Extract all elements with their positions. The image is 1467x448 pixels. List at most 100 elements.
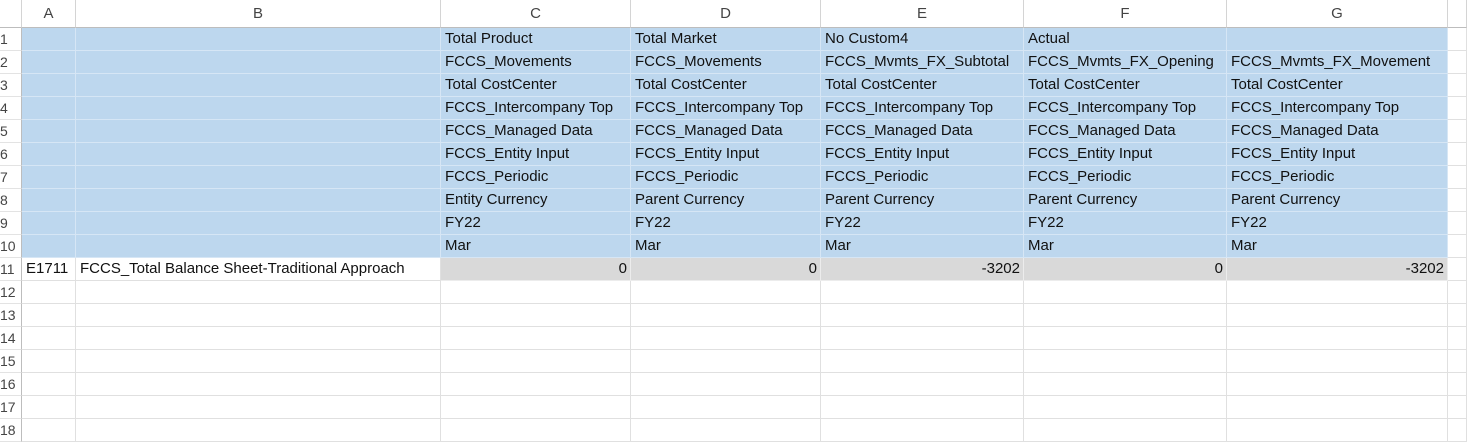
cell-e3[interactable]: Total CostCenter — [821, 74, 1024, 97]
row-header-2[interactable]: 2 — [0, 51, 22, 74]
cell-e16[interactable] — [821, 373, 1024, 396]
column-header-e[interactable]: E — [821, 0, 1024, 28]
cell-c13[interactable] — [441, 304, 631, 327]
cell-d10[interactable]: Mar — [631, 235, 821, 258]
cell-f12[interactable] — [1024, 281, 1227, 304]
cell-b9[interactable] — [76, 212, 441, 235]
cell-h11[interactable] — [1448, 258, 1467, 281]
cell-a10[interactable] — [22, 235, 76, 258]
cell-g1[interactable] — [1227, 28, 1448, 51]
cell-h16[interactable] — [1448, 373, 1467, 396]
cell-d7[interactable]: FCCS_Periodic — [631, 166, 821, 189]
column-header-b[interactable]: B — [76, 0, 441, 28]
cell-d9[interactable]: FY22 — [631, 212, 821, 235]
cell-a16[interactable] — [22, 373, 76, 396]
cell-e7[interactable]: FCCS_Periodic — [821, 166, 1024, 189]
cell-g14[interactable] — [1227, 327, 1448, 350]
cell-b11[interactable]: FCCS_Total Balance Sheet-Traditional App… — [76, 258, 441, 281]
cell-a1[interactable] — [22, 28, 76, 51]
cell-d5[interactable]: FCCS_Managed Data — [631, 120, 821, 143]
row-header-14[interactable]: 14 — [0, 327, 22, 350]
cell-c16[interactable] — [441, 373, 631, 396]
cell-e8[interactable]: Parent Currency — [821, 189, 1024, 212]
cell-c18[interactable] — [441, 419, 631, 442]
cell-f1[interactable]: Actual — [1024, 28, 1227, 51]
cell-d18[interactable] — [631, 419, 821, 442]
cell-b1[interactable] — [76, 28, 441, 51]
cell-a9[interactable] — [22, 212, 76, 235]
cell-a13[interactable] — [22, 304, 76, 327]
cell-f17[interactable] — [1024, 396, 1227, 419]
cell-h6[interactable] — [1448, 143, 1467, 166]
cell-c12[interactable] — [441, 281, 631, 304]
cell-c9[interactable]: FY22 — [441, 212, 631, 235]
cell-f2[interactable]: FCCS_Mvmts_FX_Opening — [1024, 51, 1227, 74]
cell-a18[interactable] — [22, 419, 76, 442]
cell-c14[interactable] — [441, 327, 631, 350]
cell-a3[interactable] — [22, 74, 76, 97]
cell-b15[interactable] — [76, 350, 441, 373]
cell-a7[interactable] — [22, 166, 76, 189]
cell-a8[interactable] — [22, 189, 76, 212]
row-header-4[interactable]: 4 — [0, 97, 22, 120]
cell-g18[interactable] — [1227, 419, 1448, 442]
column-header-f[interactable]: F — [1024, 0, 1227, 28]
cell-b6[interactable] — [76, 143, 441, 166]
cell-f4[interactable]: FCCS_Intercompany Top — [1024, 97, 1227, 120]
cell-e6[interactable]: FCCS_Entity Input — [821, 143, 1024, 166]
cell-b13[interactable] — [76, 304, 441, 327]
row-header-6[interactable]: 6 — [0, 143, 22, 166]
cell-a5[interactable] — [22, 120, 76, 143]
cell-e9[interactable]: FY22 — [821, 212, 1024, 235]
cell-f14[interactable] — [1024, 327, 1227, 350]
cell-c3[interactable]: Total CostCenter — [441, 74, 631, 97]
column-header-next[interactable] — [1448, 0, 1467, 28]
column-header-c[interactable]: C — [441, 0, 631, 28]
column-header-g[interactable]: G — [1227, 0, 1448, 28]
column-header-a[interactable]: A — [22, 0, 76, 28]
cell-b8[interactable] — [76, 189, 441, 212]
cell-c15[interactable] — [441, 350, 631, 373]
cell-g7[interactable]: FCCS_Periodic — [1227, 166, 1448, 189]
cell-e13[interactable] — [821, 304, 1024, 327]
cell-b2[interactable] — [76, 51, 441, 74]
cell-b10[interactable] — [76, 235, 441, 258]
cell-h7[interactable] — [1448, 166, 1467, 189]
cell-e5[interactable]: FCCS_Managed Data — [821, 120, 1024, 143]
cell-f15[interactable] — [1024, 350, 1227, 373]
cell-c10[interactable]: Mar — [441, 235, 631, 258]
cell-d1[interactable]: Total Market — [631, 28, 821, 51]
row-header-15[interactable]: 15 — [0, 350, 22, 373]
cell-d16[interactable] — [631, 373, 821, 396]
cell-f3[interactable]: Total CostCenter — [1024, 74, 1227, 97]
cell-h14[interactable] — [1448, 327, 1467, 350]
cell-g5[interactable]: FCCS_Managed Data — [1227, 120, 1448, 143]
cell-h17[interactable] — [1448, 396, 1467, 419]
cell-g16[interactable] — [1227, 373, 1448, 396]
cell-e2[interactable]: FCCS_Mvmts_FX_Subtotal — [821, 51, 1024, 74]
cell-a6[interactable] — [22, 143, 76, 166]
row-header-10[interactable]: 10 — [0, 235, 22, 258]
cell-h12[interactable] — [1448, 281, 1467, 304]
cell-d6[interactable]: FCCS_Entity Input — [631, 143, 821, 166]
cell-h9[interactable] — [1448, 212, 1467, 235]
cell-b17[interactable] — [76, 396, 441, 419]
column-header-d[interactable]: D — [631, 0, 821, 28]
cell-g11[interactable]: -3202 — [1227, 258, 1448, 281]
cell-f13[interactable] — [1024, 304, 1227, 327]
cell-a2[interactable] — [22, 51, 76, 74]
cell-f7[interactable]: FCCS_Periodic — [1024, 166, 1227, 189]
cell-e14[interactable] — [821, 327, 1024, 350]
cell-c5[interactable]: FCCS_Managed Data — [441, 120, 631, 143]
cell-f16[interactable] — [1024, 373, 1227, 396]
cell-b14[interactable] — [76, 327, 441, 350]
cell-h3[interactable] — [1448, 74, 1467, 97]
row-header-9[interactable]: 9 — [0, 212, 22, 235]
cell-c1[interactable]: Total Product — [441, 28, 631, 51]
cell-d8[interactable]: Parent Currency — [631, 189, 821, 212]
cell-f5[interactable]: FCCS_Managed Data — [1024, 120, 1227, 143]
cell-e10[interactable]: Mar — [821, 235, 1024, 258]
cell-h15[interactable] — [1448, 350, 1467, 373]
row-header-8[interactable]: 8 — [0, 189, 22, 212]
cell-g10[interactable]: Mar — [1227, 235, 1448, 258]
